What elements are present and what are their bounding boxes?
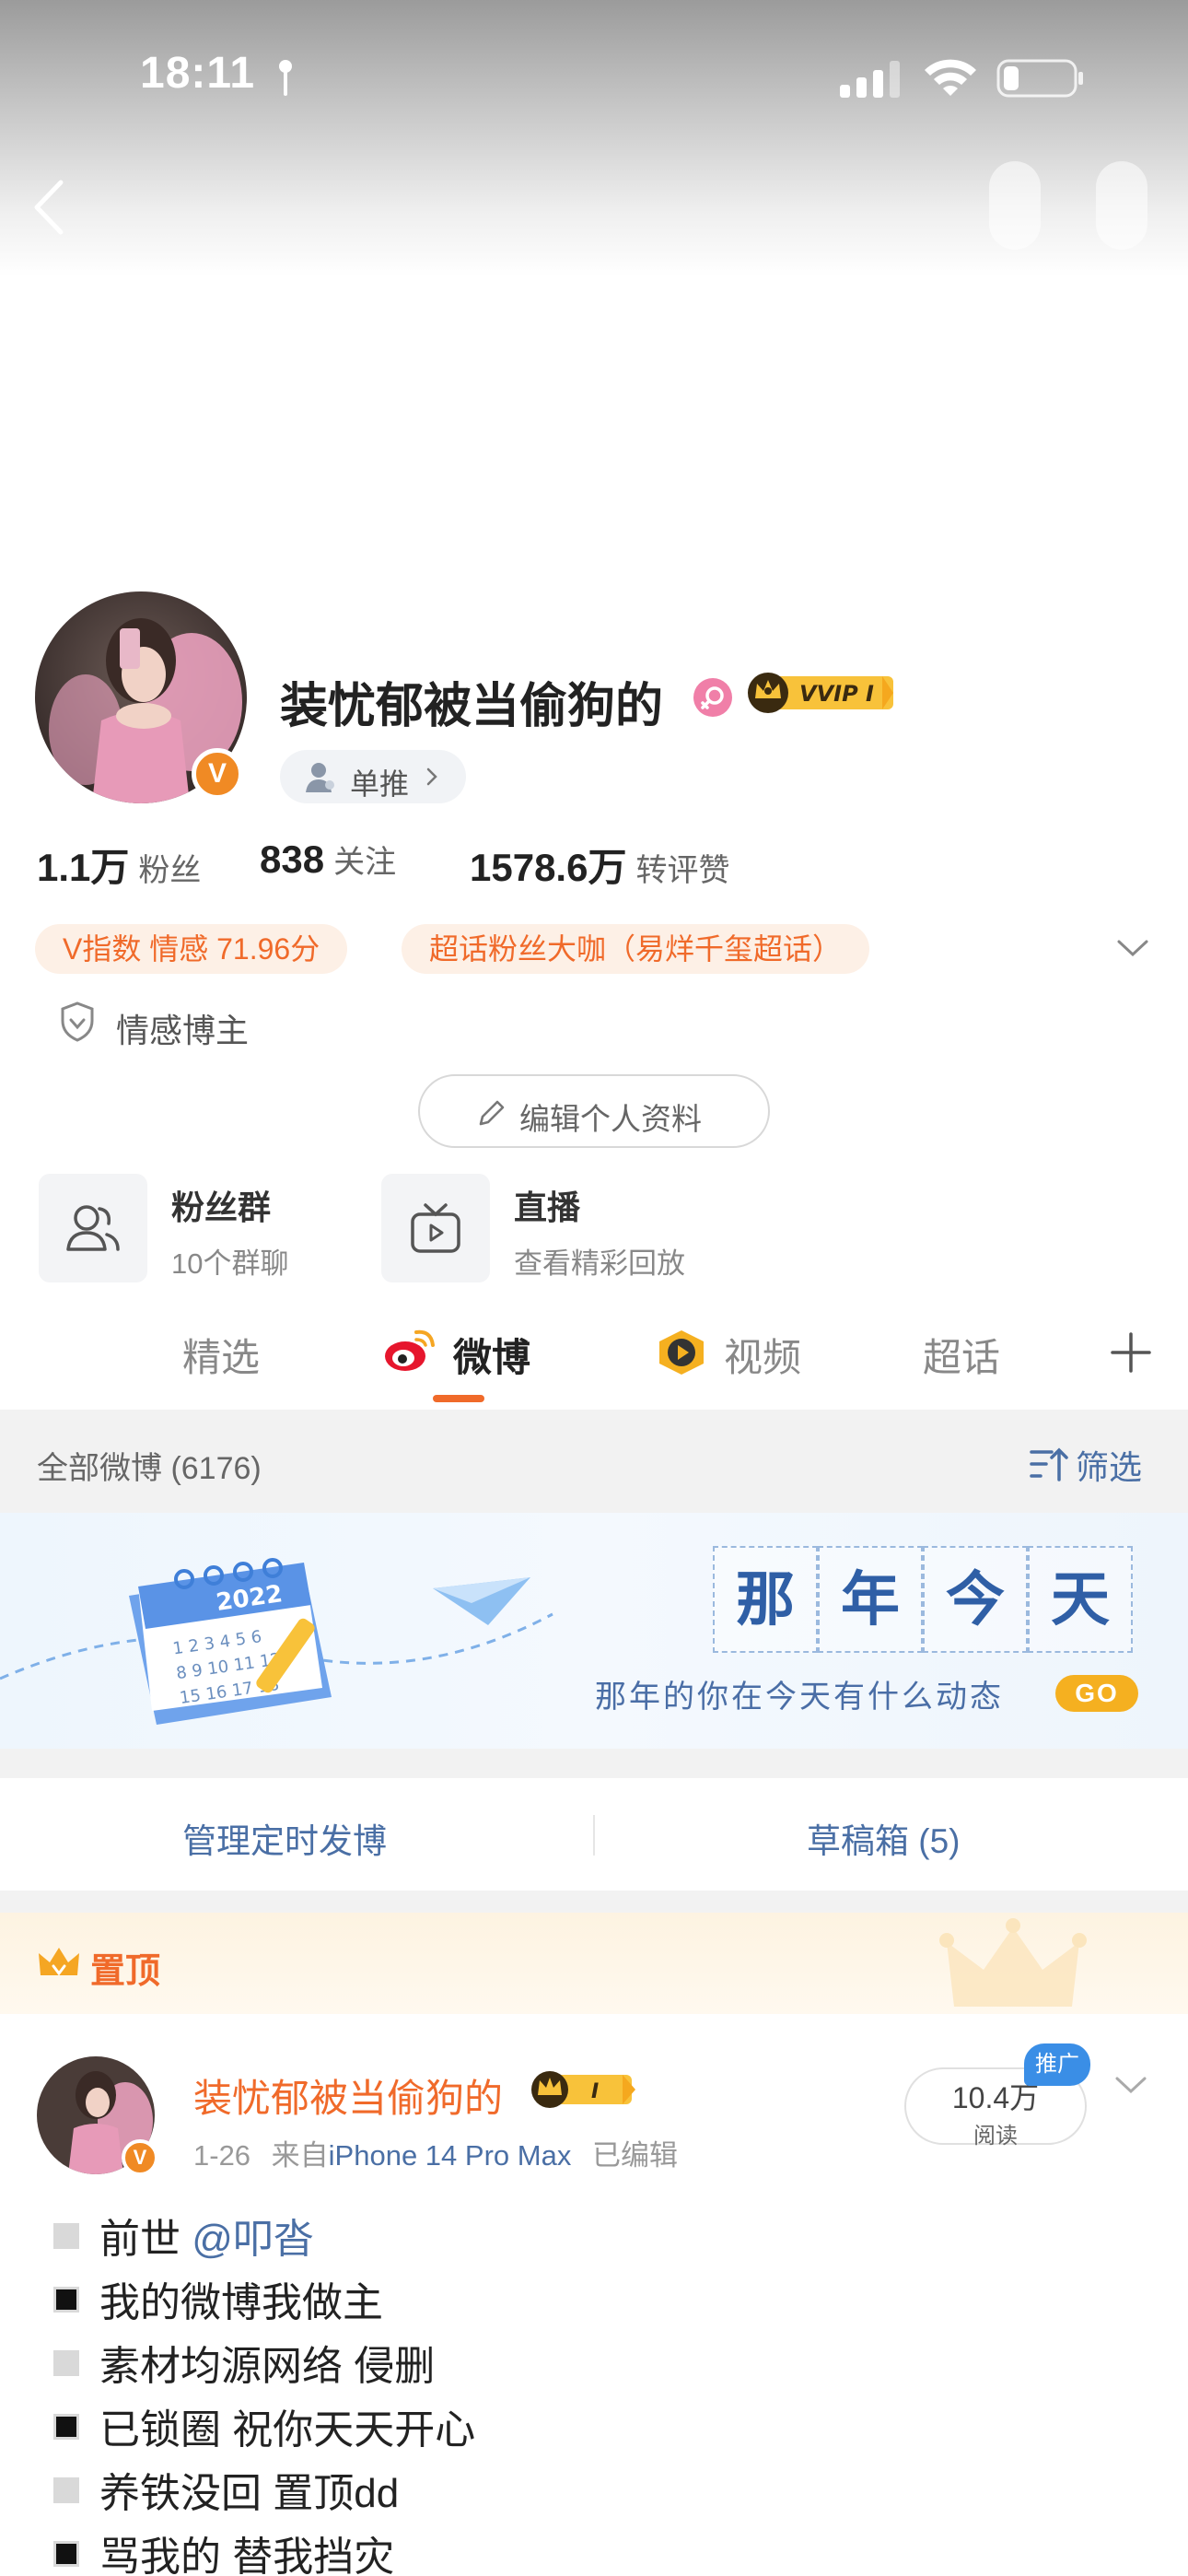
svg-text:VVIP I: VVIP I (799, 681, 874, 707)
svg-text:I: I (591, 2080, 599, 2103)
video-icon (659, 1330, 704, 1375)
stat-followers[interactable]: 1.1万 粉丝 (37, 837, 201, 893)
dantui-label: 单推 (350, 767, 410, 801)
female-gender-icon (693, 678, 732, 717)
light-square-icon (53, 2477, 79, 2503)
filter-bar: 全部微博 (6176) 筛选 (0, 1410, 1188, 1513)
verified-v-badge: V (122, 2139, 158, 2176)
drafts-button[interactable]: 草稿箱 (5) (807, 1813, 961, 1863)
dantui-button[interactable]: 单推 (280, 750, 466, 803)
banner-char-3: 今 (923, 1546, 1028, 1653)
mention-link[interactable]: @叩沓 (192, 2217, 314, 2262)
cellular-signal-icon (840, 61, 900, 98)
pinned-header: 置顶 (0, 1913, 1188, 2014)
post-edited: 已编辑 (591, 2139, 678, 2172)
post-line: 前世 @叩沓 (53, 2206, 314, 2265)
wifi-icon (925, 59, 976, 96)
tab-video[interactable]: 视频 (724, 1327, 801, 1383)
live-sub: 查看精彩回放 (514, 1247, 685, 1280)
post-author-name[interactable]: 装忧郁被当偷狗的 (193, 2067, 503, 2124)
live-button[interactable] (381, 1174, 490, 1282)
v-index-tag[interactable]: V指数 情感 71.96分 (35, 924, 348, 974)
fan-group-title: 粉丝群 (171, 1188, 272, 1226)
post-from-prefix: 来自 (271, 2139, 329, 2172)
status-time: 18:11 (140, 49, 256, 98)
tab-weibo[interactable]: 微博 (453, 1327, 530, 1383)
post-meta: 1-26 来自iPhone 14 Pro Max 已编辑 (193, 2132, 678, 2173)
scheduled-posts-button[interactable]: 管理定时发博 (182, 1813, 387, 1863)
live-tv-icon (411, 1203, 460, 1253)
fan-group-button[interactable] (39, 1174, 147, 1282)
tab-featured[interactable]: 精选 (182, 1327, 260, 1383)
weibo-logo-icon (385, 1329, 435, 1371)
post-line: 我的微博我做主 (53, 2269, 383, 2328)
post-line: 骂我的 替我挡灾 (53, 2523, 394, 2576)
post-line: 素材均源网络 侵删 (53, 2333, 435, 2392)
reads-label: 阅读 (973, 2124, 1018, 2149)
crown-icon (39, 1948, 79, 1976)
pinned-label: 置顶 (90, 1952, 161, 1991)
banner-go-button[interactable]: GO (1055, 1675, 1138, 1712)
banner-subtitle: 那年的你在今天有什么动态 (595, 1679, 1004, 1715)
dark-square-icon (53, 2414, 79, 2440)
stat-following[interactable]: 838 关注 (260, 837, 396, 882)
more-button[interactable] (989, 161, 1041, 250)
chevron-down-icon[interactable] (1116, 938, 1149, 958)
crown-watermark-icon (939, 1918, 1087, 2007)
filter-button[interactable]: 筛选 (1076, 1441, 1142, 1489)
promote-badge[interactable]: 推广 (1024, 2043, 1090, 2086)
calendar-illustration: 2022 1 2 3 4 5 6 8 9 10 11 12 15 16 17 1… (0, 1558, 553, 1725)
dark-square-icon (53, 2287, 79, 2313)
shield-icon (61, 1001, 94, 1042)
pencil-icon (479, 1100, 505, 1126)
section-gap (0, 1749, 1188, 1778)
edit-profile-button[interactable]: 编辑个人资料 (418, 1074, 770, 1148)
light-square-icon (53, 2350, 79, 2376)
section-gap (0, 1891, 1188, 1913)
fan-group-sub: 10个群聊 (171, 1247, 289, 1280)
active-tab-indicator (433, 1395, 484, 1402)
battery-icon (996, 59, 1083, 98)
banner-char-2: 年 (818, 1546, 923, 1653)
post-source[interactable]: iPhone 14 Pro Max (329, 2139, 572, 2172)
supertopic-fan-tag[interactable]: 超话粉丝大咖（易烊千玺超话） (402, 924, 870, 974)
stat-likes[interactable]: 1578.6万 转评赞 (470, 837, 729, 893)
location-icon (279, 60, 292, 96)
banner-char-1: 那 (713, 1546, 818, 1653)
banner-char-4: 天 (1028, 1546, 1133, 1653)
manage-row: 管理定时发博 草稿箱 (5) (0, 1778, 1188, 1891)
vvip-badge[interactable]: VVIP I (746, 671, 897, 720)
light-square-icon (53, 2223, 79, 2249)
post-line: 养铁没回 置顶dd (53, 2460, 399, 2519)
group-icon (66, 1205, 120, 1251)
chevron-down-icon[interactable] (1114, 2075, 1147, 2095)
back-icon[interactable] (28, 177, 68, 238)
edit-profile-label: 编辑个人资料 (519, 1102, 702, 1136)
post-date: 1-26 (193, 2139, 251, 2172)
post-line: 已锁圈 祝你天天开心 (53, 2396, 475, 2455)
vip-badge[interactable]: I (530, 2069, 639, 2114)
share-button[interactable] (1096, 161, 1147, 250)
filter-icon (1030, 1447, 1068, 1481)
profile-nickname: 装忧郁被当偷狗的 (280, 680, 664, 733)
person-icon (306, 763, 334, 792)
chevron-right-icon (426, 767, 437, 786)
on-this-day-banner[interactable]: 2022 1 2 3 4 5 6 8 9 10 11 12 15 16 17 1… (0, 1513, 1188, 1749)
weibo-count-label: 全部微博 (6176) (37, 1451, 262, 1486)
tab-supertopic[interactable]: 超话 (923, 1327, 1000, 1383)
divider (593, 1815, 595, 1856)
role-label: 情感博主 (116, 1012, 250, 1049)
dark-square-icon (53, 2541, 79, 2567)
verified-v-badge: V (192, 748, 243, 800)
plus-icon[interactable] (1109, 1330, 1153, 1375)
live-title: 直播 (514, 1188, 581, 1226)
